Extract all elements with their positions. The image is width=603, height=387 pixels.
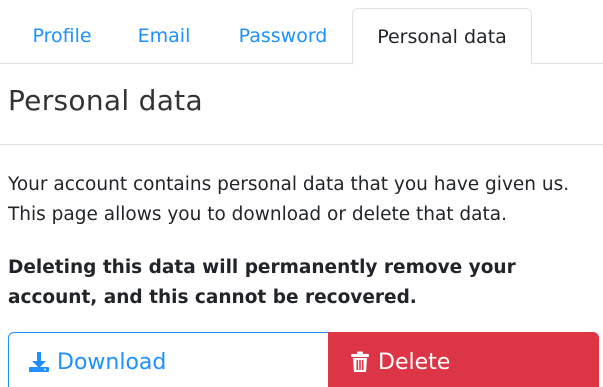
personal-data-page: Profile Email Password Personal data Per… (0, 0, 603, 387)
delete-label: Delete (378, 349, 451, 375)
download-label: Download (57, 349, 167, 375)
download-button[interactable]: Download (8, 332, 328, 387)
description-text: Your account contains personal data that… (8, 174, 570, 225)
manage-account-tabs: Profile Email Password Personal data (0, 8, 603, 65)
tab-password[interactable]: Password (222, 8, 344, 64)
download-icon (27, 350, 51, 374)
page-title: Personal data (8, 84, 203, 117)
delete-button[interactable]: Delete (328, 332, 599, 387)
divider (0, 144, 603, 145)
trash-icon (348, 350, 372, 374)
warning-text: Deleting this data will permanently remo… (8, 257, 516, 308)
tab-email[interactable]: Email (118, 8, 210, 64)
tab-personal-data[interactable]: Personal data (352, 8, 532, 65)
tab-profile[interactable]: Profile (12, 8, 112, 64)
